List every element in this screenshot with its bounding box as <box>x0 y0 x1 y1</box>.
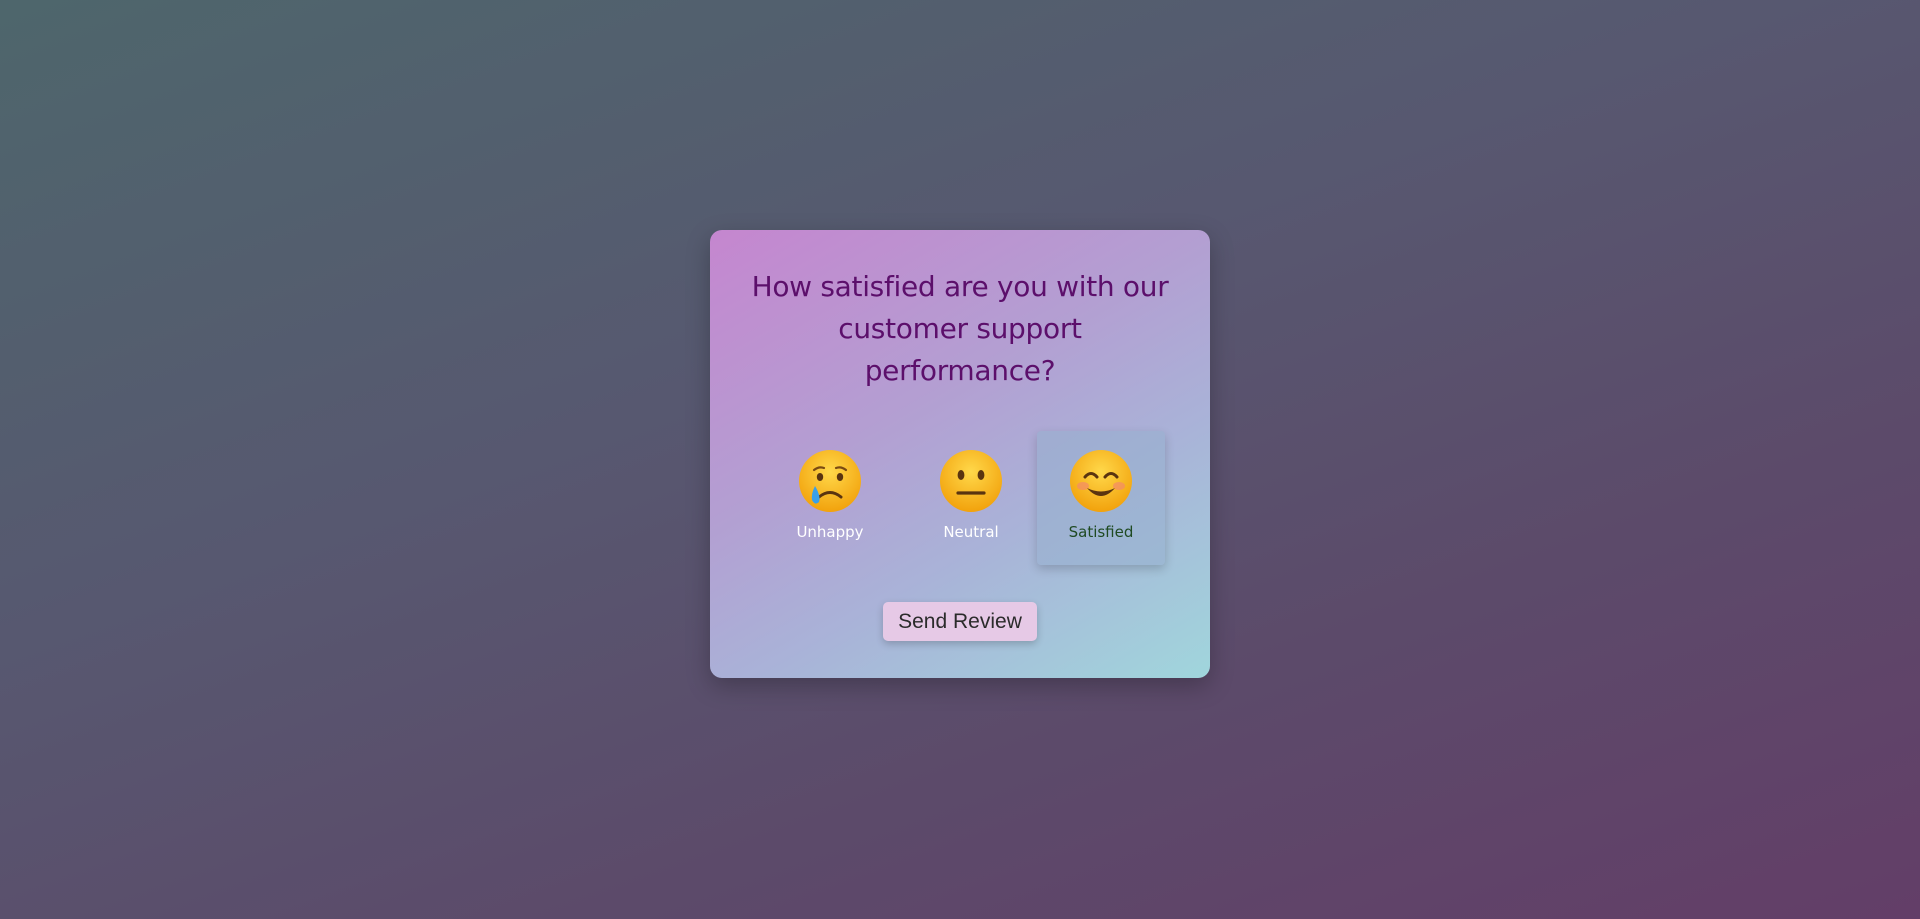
rating-label-unhappy: Unhappy <box>796 523 864 541</box>
rating-option-unhappy[interactable]: Unhappy <box>766 431 894 565</box>
smiling-face-icon <box>1068 448 1134 514</box>
rating-option-satisfied[interactable]: Satisfied <box>1037 431 1165 565</box>
feedback-card: How satisfied are you with our customer … <box>710 230 1210 678</box>
crying-face-icon <box>797 448 863 514</box>
send-review-button[interactable]: Send Review <box>883 602 1037 641</box>
rating-options: Unhappy Neutral Satisfied <box>710 431 1210 565</box>
rating-label-satisfied: Satisfied <box>1068 523 1134 541</box>
rating-option-neutral[interactable]: Neutral <box>907 431 1035 565</box>
survey-question: How satisfied are you with our customer … <box>751 270 1169 387</box>
neutral-face-icon <box>938 448 1004 514</box>
rating-label-neutral: Neutral <box>943 523 999 541</box>
